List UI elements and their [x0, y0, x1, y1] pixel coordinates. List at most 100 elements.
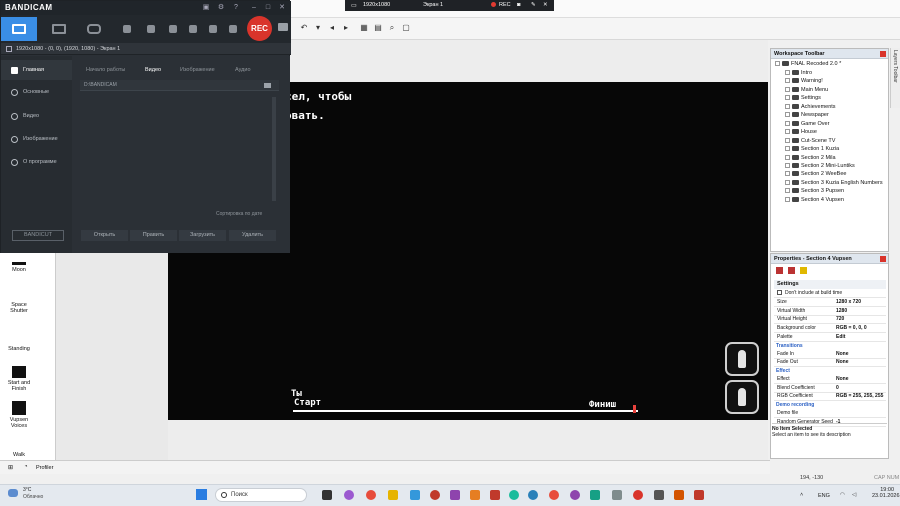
property-row[interactable]: Size 1280 x 720 [774, 298, 886, 307]
tree-item[interactable]: Achievements [785, 104, 900, 110]
prop-value[interactable]: None [836, 351, 849, 357]
prop-value[interactable]: 1280 x 720 [836, 299, 861, 305]
task-view-icon[interactable] [322, 490, 332, 500]
delete-button[interactable]: Удалить [229, 230, 276, 241]
comment-icon[interactable] [800, 267, 807, 274]
close-icon[interactable]: ✕ [543, 2, 548, 8]
lock-icon[interactable]: ▢ [400, 22, 412, 34]
tree-item[interactable]: Main Menu [785, 87, 900, 93]
mouse-toggle[interactable] [183, 17, 203, 41]
app-icon[interactable] [654, 490, 664, 500]
app-icon[interactable] [410, 490, 420, 500]
dont-include-checkbox[interactable] [777, 290, 782, 296]
tree-item[interactable]: Section 2 Mila [785, 155, 900, 161]
screenshot-icon[interactable] [278, 23, 288, 31]
stand-button[interactable] [725, 380, 759, 414]
help-icon[interactable]: ? [231, 3, 241, 13]
expand-icon[interactable] [785, 171, 790, 177]
dropdown-icon[interactable]: ▾ [312, 22, 324, 34]
layers-toolbar-tab[interactable]: Layers Toolbar [890, 48, 900, 108]
pause-toggle[interactable] [223, 17, 243, 41]
sort-toggle[interactable]: Сортировка по дате [216, 211, 262, 217]
tree-item[interactable]: Newspaper [785, 112, 900, 118]
expand-icon[interactable] [785, 103, 790, 109]
expand-icon[interactable] [785, 95, 790, 101]
close-window-icon[interactable]: ✕ [277, 3, 287, 13]
expand-icon[interactable] [785, 188, 790, 194]
tree-item[interactable]: Section 2 WeeBee [785, 171, 900, 177]
expand-icon[interactable] [785, 112, 790, 118]
app-icon[interactable] [490, 490, 500, 500]
expand-icon[interactable] [785, 179, 790, 185]
settings-icon[interactable]: ⚙ [216, 3, 226, 13]
chevron-up-icon[interactable]: ˄ [800, 492, 803, 498]
app-icon[interactable] [590, 490, 600, 500]
object-standing[interactable]: Standing [4, 346, 34, 352]
tree-item[interactable]: House [785, 129, 900, 135]
screen-mode-button[interactable] [1, 17, 37, 41]
walk-button[interactable] [725, 342, 759, 376]
object-space-shutter[interactable]: Space Shutter [4, 302, 34, 314]
volume-icon[interactable]: ◁ [852, 492, 856, 498]
zoom-icon[interactable]: ⌕ [386, 22, 398, 34]
undo-icon[interactable]: ↶ [298, 22, 310, 34]
expand-icon[interactable] [785, 78, 790, 84]
tree-item[interactable]: Section 3 Pupsen [785, 188, 900, 194]
expand-icon[interactable] [785, 196, 790, 202]
app-icon[interactable] [528, 490, 538, 500]
pen-icon[interactable]: ✎ [531, 2, 536, 8]
tree-item[interactable]: Section 2 Mini-Luntiks [785, 163, 900, 169]
sidebar-item-about[interactable]: О программе [1, 152, 72, 172]
file-list[interactable] [80, 93, 279, 206]
sidebar-item-video[interactable]: Видео [1, 106, 72, 126]
forward-icon[interactable]: ▸ [340, 22, 352, 34]
edit-properties-icon[interactable] [776, 267, 783, 274]
prop-value[interactable]: 720 [836, 316, 844, 322]
open-button[interactable]: Открыть [81, 230, 128, 241]
prop-value[interactable]: None [836, 376, 849, 382]
property-row[interactable]: Virtual Height 720 [774, 315, 886, 325]
tree-root[interactable]: FNAL Recoded 2.0 * [775, 61, 892, 67]
recbar-rec-label[interactable]: REC [499, 2, 511, 8]
property-row[interactable]: RGB Coefficient RGB = 255, 255, 255 [774, 392, 886, 402]
language-indicator[interactable]: ENG [818, 493, 830, 499]
tab-video[interactable]: Видео [145, 67, 161, 73]
minimize-icon[interactable]: – [249, 3, 259, 13]
property-row[interactable]: Fade Out None [774, 358, 886, 368]
powerpoint-icon[interactable] [674, 490, 684, 500]
expand-icon[interactable] [785, 146, 790, 152]
app-icon[interactable] [694, 490, 704, 500]
tree-item[interactable]: Intro [785, 70, 900, 76]
object-walk[interactable]: Walk [4, 452, 34, 458]
tree-item[interactable]: Section 3 Kuzia English Numbers [785, 180, 900, 186]
game-mode-button[interactable] [76, 17, 112, 41]
property-row[interactable]: Background color RGB = 0, 0, 0 [774, 324, 886, 334]
folder-icon[interactable]: ▣ [201, 3, 211, 13]
expand-icon[interactable] [785, 154, 790, 160]
zoom-icon[interactable]: ⊞ [8, 464, 13, 471]
close-panel-icon[interactable] [880, 51, 886, 57]
object-start-finish[interactable]: Start and Finish [4, 366, 34, 392]
app-icon[interactable] [570, 490, 580, 500]
sidebar-item-image[interactable]: Изображение [1, 129, 72, 149]
expand-icon[interactable] [785, 162, 790, 168]
property-row[interactable]: Palette Edit [774, 333, 886, 342]
expand-icon[interactable] [785, 137, 790, 143]
tree-item[interactable]: Cut-Scene TV [785, 138, 900, 144]
sidebar-item-general[interactable]: Основные [1, 82, 72, 102]
app-icon[interactable] [450, 490, 460, 500]
edit-button[interactable]: Править [130, 230, 177, 241]
prop-value[interactable]: 0 [836, 385, 839, 391]
clock[interactable]: 19:00 23.01.2026 [872, 487, 900, 499]
app-icon[interactable] [366, 490, 376, 500]
tree-item[interactable]: Section 4 Vupsen [785, 197, 900, 203]
tree-item[interactable]: Game Over [785, 121, 900, 127]
tab-getting-started[interactable]: Начало работы [86, 67, 125, 73]
property-row[interactable]: Virtual Width 1280 [774, 307, 886, 316]
tree-item[interactable]: Warning! [785, 78, 900, 84]
expand-icon[interactable] [785, 120, 790, 126]
property-row[interactable]: Blend Coefficient 0 [774, 384, 886, 393]
app-icon[interactable] [344, 490, 354, 500]
property-row[interactable]: Fade In None [774, 350, 886, 359]
bandicut-button[interactable]: BANDICUT [12, 230, 64, 241]
